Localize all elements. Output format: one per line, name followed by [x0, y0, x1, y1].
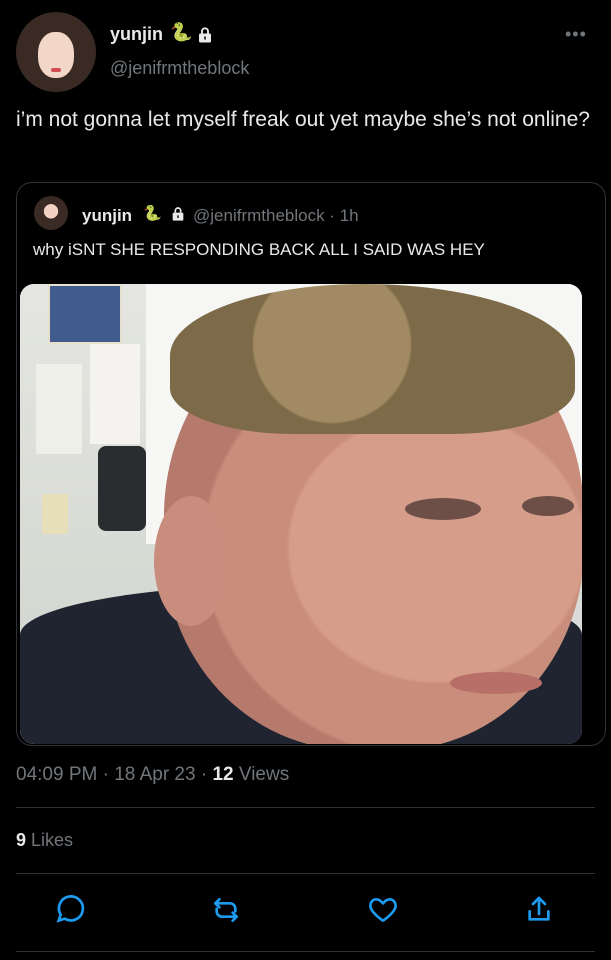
- lock-icon: [196, 26, 214, 44]
- meta-separator: ·: [102, 764, 115, 785]
- photo-eye: [522, 496, 574, 516]
- more-options-icon[interactable]: •••: [565, 24, 587, 45]
- meta-separator: ·: [200, 764, 213, 785]
- tweet-meta: 04:09 PM · 18 Apr 23 · 12 Views: [16, 764, 289, 786]
- author-name[interactable]: yunjin: [110, 24, 163, 45]
- divider: [16, 873, 595, 874]
- author-avatar[interactable]: [16, 12, 96, 92]
- photo-hair: [170, 284, 575, 434]
- avatar-lips: [51, 68, 61, 72]
- snake-emoji: 🐍: [170, 22, 193, 42]
- photo-poster: [48, 284, 122, 344]
- quoted-lock-icon: [170, 206, 186, 222]
- photo-light-switch: [42, 494, 68, 534]
- divider: [16, 807, 595, 808]
- quoted-image[interactable]: [20, 284, 582, 744]
- tweet-time[interactable]: 04:09 PM: [16, 764, 97, 785]
- tweet-date[interactable]: 18 Apr 23: [114, 764, 195, 785]
- photo-paper: [36, 364, 82, 454]
- views-label: Views: [238, 764, 290, 785]
- likes-link[interactable]: 9 Likes: [16, 830, 73, 851]
- quoted-tweet-text: why iSNT SHE RESPONDING BACK ALL I SAID …: [33, 240, 485, 259]
- reply-icon[interactable]: [54, 894, 88, 928]
- quoted-author-avatar[interactable]: [34, 196, 68, 230]
- quoted-author-name[interactable]: yunjin: [82, 206, 132, 226]
- photo-dispenser: [98, 446, 146, 531]
- like-icon[interactable]: [367, 894, 401, 928]
- photo-eye: [405, 498, 481, 520]
- tweet-text: i’m not gonna let myself freak out yet m…: [16, 108, 590, 131]
- photo-ear: [154, 496, 228, 626]
- quoted-handle-time[interactable]: @jenifrmtheblock · 1h: [193, 206, 359, 226]
- likes-label: Likes: [31, 830, 74, 850]
- views-count: 12: [212, 764, 234, 785]
- quoted-snake-emoji: 🐍: [143, 205, 162, 222]
- likes-count: 9: [16, 830, 27, 850]
- photo-paper: [90, 344, 140, 444]
- retweet-icon[interactable]: [210, 894, 244, 928]
- share-icon[interactable]: [523, 894, 557, 928]
- author-handle[interactable]: @jenifrmtheblock: [110, 58, 249, 79]
- divider: [16, 951, 595, 952]
- photo-mouth: [450, 672, 542, 694]
